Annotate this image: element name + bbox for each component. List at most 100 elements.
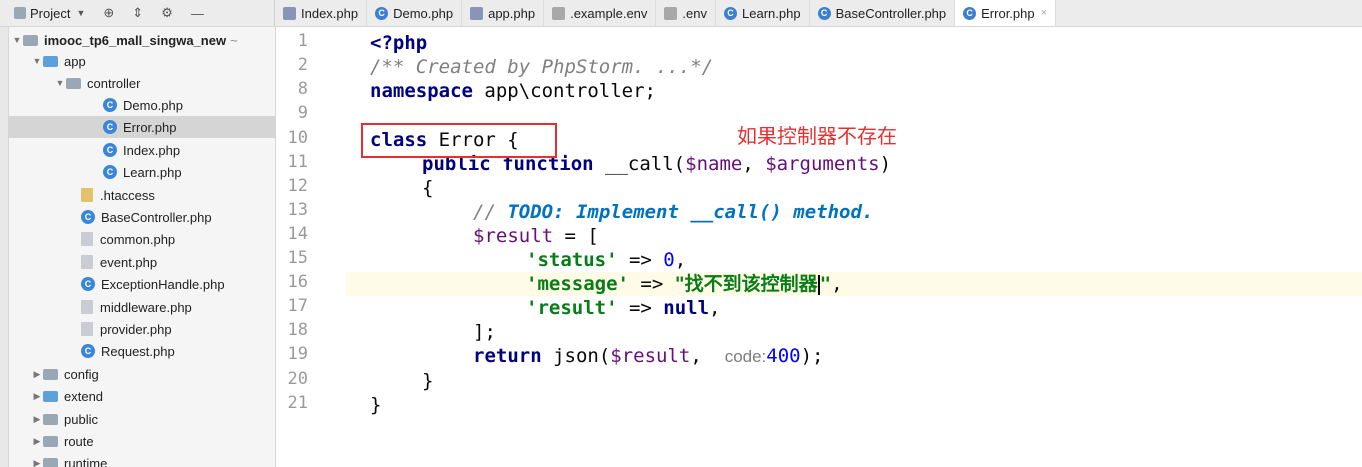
punct: , bbox=[674, 249, 687, 271]
project-view-label[interactable]: Project bbox=[30, 6, 70, 21]
tree-item-app[interactable]: ▼ app bbox=[31, 50, 275, 72]
tree-item-request-php[interactable]: C Request.php bbox=[81, 340, 275, 362]
chevron-down-icon[interactable]: ▼ bbox=[31, 56, 43, 66]
class-icon: C bbox=[103, 165, 117, 179]
chevron-down-icon[interactable]: ▼ bbox=[54, 78, 66, 88]
project-icon bbox=[14, 7, 26, 19]
tab-env[interactable]: .env bbox=[656, 0, 716, 26]
tree-item-label: runtime bbox=[64, 455, 108, 467]
chevron-right-icon[interactable]: ▶ bbox=[31, 369, 43, 380]
php-file-icon bbox=[81, 322, 93, 336]
chevron-right-icon[interactable]: ▶ bbox=[31, 414, 43, 425]
punct: = [ bbox=[553, 225, 599, 247]
tree-item-label: .htaccess bbox=[100, 187, 155, 203]
tree-item-event-php[interactable]: event.php bbox=[81, 251, 275, 273]
tree-item-middleware-php[interactable]: middleware.php bbox=[81, 296, 275, 318]
tool-window-strip bbox=[0, 27, 9, 467]
line-number: 13 bbox=[287, 200, 308, 220]
chevron-down-icon[interactable]: ▼ bbox=[11, 35, 23, 45]
class-icon: C bbox=[375, 6, 389, 20]
string-key: 'result' bbox=[526, 297, 618, 319]
tree-item-basecontroller-php[interactable]: C BaseController.php bbox=[81, 206, 275, 228]
tab-index-php[interactable]: Index.php bbox=[275, 0, 368, 26]
line-number: 2 bbox=[297, 55, 308, 75]
brace: } bbox=[370, 394, 382, 416]
code-line-19: return json($result, code:400); bbox=[473, 344, 824, 368]
editor-tabs: Index.php C Demo.php app.php .example.env… bbox=[275, 0, 1362, 26]
tab-error-php[interactable]: C Error.php × bbox=[955, 0, 1057, 26]
tree-item-label: event.php bbox=[100, 254, 158, 270]
php-file-icon bbox=[283, 6, 296, 20]
php-file-icon bbox=[81, 300, 93, 314]
project-view-header[interactable]: Project ▼ ⊕ ⇕ ⚙ — bbox=[0, 0, 275, 26]
tree-item-error-php[interactable]: C Error.php bbox=[9, 116, 275, 138]
php-open-tag: <?php bbox=[370, 32, 428, 54]
tree-item-learn-php[interactable]: C Learn.php bbox=[103, 161, 275, 183]
htaccess-file-icon bbox=[81, 188, 93, 202]
tree-item-index-php[interactable]: C Index.php bbox=[103, 139, 275, 161]
folder-icon bbox=[66, 77, 81, 89]
tree-item-root[interactable]: ▼ imooc_tp6_mall_singwa_new ~ bbox=[11, 29, 275, 51]
line-number: 16 bbox=[287, 272, 308, 292]
code-editor[interactable]: 1 2 8 9 10 11 12 13 14 15 16 17 18 19 20… bbox=[276, 27, 1362, 467]
line-number: 10 bbox=[287, 128, 308, 148]
collapse-all-icon[interactable]: ⇕ bbox=[132, 5, 143, 21]
class-icon: C bbox=[103, 120, 117, 134]
tree-item-controller[interactable]: ▼ controller bbox=[54, 72, 275, 94]
tab-label: app.php bbox=[488, 5, 536, 21]
brace: } bbox=[422, 370, 434, 392]
chevron-right-icon[interactable]: ▶ bbox=[31, 391, 43, 402]
tab-basecontroller-php[interactable]: C BaseController.php bbox=[810, 0, 956, 26]
string-key: 'status' bbox=[526, 249, 618, 271]
string-quote: " bbox=[819, 273, 832, 295]
tree-item-provider-php[interactable]: provider.php bbox=[81, 318, 275, 340]
tree-item-label: Learn.php bbox=[123, 164, 182, 180]
path-hint: ~ bbox=[230, 32, 238, 48]
null-keyword: null bbox=[663, 297, 710, 319]
tab-learn-php[interactable]: C Learn.php bbox=[716, 0, 810, 26]
line-number-gutter: 1 2 8 9 10 11 12 13 14 15 16 17 18 19 20… bbox=[276, 27, 346, 467]
project-dropdown-icon[interactable]: ▼ bbox=[76, 8, 85, 18]
class-icon: C bbox=[724, 6, 737, 20]
annotation-text: 如果控制器不存在 bbox=[737, 124, 897, 148]
variable: $arguments bbox=[765, 153, 880, 175]
tab-label: Learn.php bbox=[742, 5, 801, 21]
class-icon: C bbox=[103, 143, 117, 157]
tree-item-public[interactable]: ▶ public bbox=[31, 408, 275, 430]
tree-item-config[interactable]: ▶ config bbox=[31, 363, 275, 385]
tree-item-common-php[interactable]: common.php bbox=[81, 228, 275, 250]
variable: $result bbox=[610, 345, 691, 367]
code-line-18: ]; bbox=[473, 320, 496, 344]
gear-icon[interactable]: ⚙ bbox=[161, 5, 173, 21]
tree-item-exceptionhandle-php[interactable]: C ExceptionHandle.php bbox=[81, 273, 275, 295]
tree-item-demo-php[interactable]: C Demo.php bbox=[103, 94, 275, 116]
code-line-14: $result = [ bbox=[473, 224, 599, 248]
class-icon: C bbox=[81, 210, 95, 224]
tree-item-label: extend bbox=[64, 388, 104, 404]
sync-icon[interactable]: ⊕ bbox=[103, 5, 114, 21]
tab-demo-php[interactable]: C Demo.php bbox=[367, 0, 463, 26]
chevron-right-icon[interactable]: ▶ bbox=[31, 436, 43, 447]
tree-item-htaccess[interactable]: .htaccess bbox=[81, 184, 275, 206]
class-icon: C bbox=[103, 98, 117, 112]
chevron-right-icon[interactable]: ▶ bbox=[31, 458, 43, 467]
tree-item-extend[interactable]: ▶ extend bbox=[31, 385, 275, 407]
hide-icon[interactable]: — bbox=[191, 6, 204, 21]
code-line-2: /** Created by PhpStorm. ...*/ bbox=[370, 55, 713, 79]
close-icon[interactable]: × bbox=[1041, 7, 1047, 19]
keyword: return bbox=[473, 345, 542, 367]
line-number: 14 bbox=[287, 224, 308, 244]
doc-comment[interactable]: /** Created by PhpStorm. ...*/ bbox=[370, 56, 713, 78]
namespace-path: app\controller; bbox=[472, 80, 656, 102]
tree-item-runtime[interactable]: ▶ runtime bbox=[31, 452, 275, 467]
tab-app-php[interactable]: app.php bbox=[462, 0, 545, 26]
env-file-icon bbox=[552, 6, 566, 20]
tab-example-env[interactable]: .example.env bbox=[544, 0, 657, 26]
folder-icon bbox=[43, 413, 58, 425]
punct: , bbox=[742, 153, 766, 175]
method-name: __call( bbox=[593, 153, 686, 175]
code-line-16: 'message' => "找不到该控制器 ", bbox=[526, 272, 843, 296]
class-icon: C bbox=[81, 344, 95, 358]
tree-item-route[interactable]: ▶ route bbox=[31, 430, 275, 452]
code-line-17: 'result' => null, bbox=[526, 296, 721, 320]
